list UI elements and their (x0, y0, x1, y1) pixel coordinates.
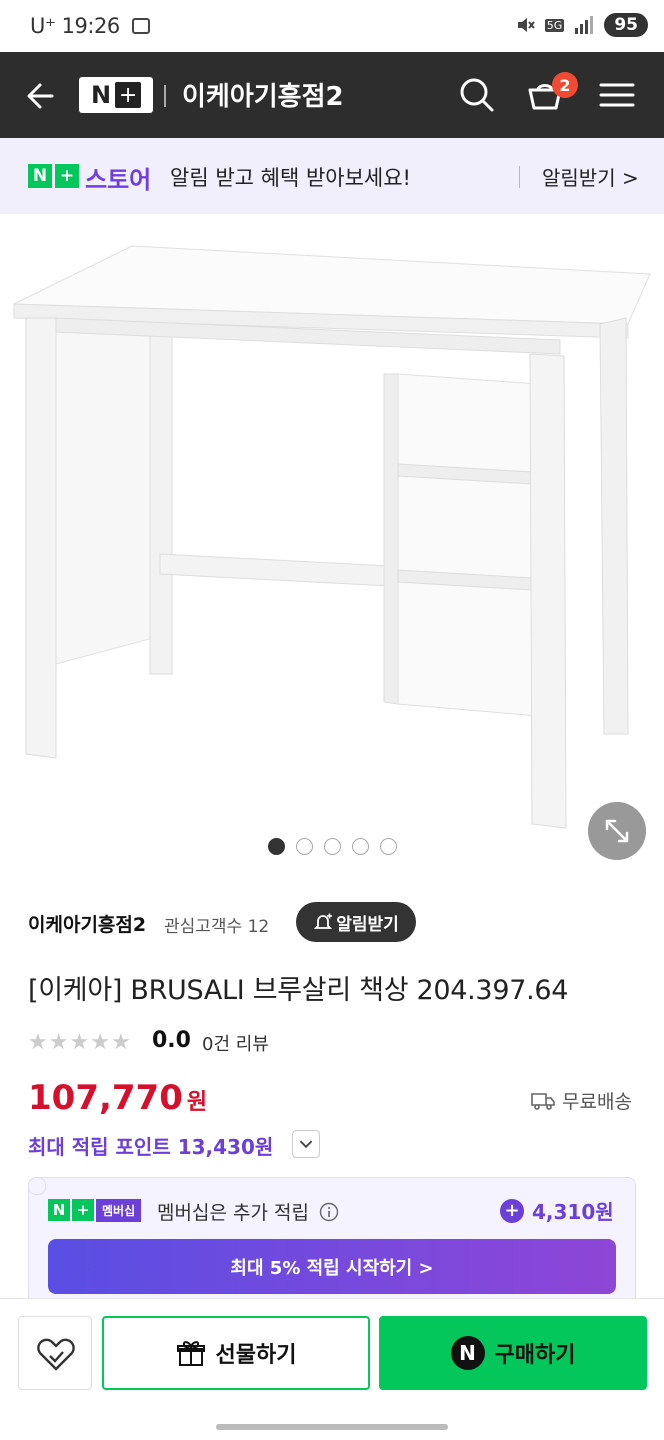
screenshot-icon (131, 18, 150, 34)
status-carrier-time: U⁺ 19:26 (30, 14, 150, 38)
pagination-dot[interactable] (352, 838, 369, 855)
logo-n-box: N (48, 1199, 70, 1221)
header-divider (164, 85, 166, 107)
gift-button[interactable]: 선물하기 (102, 1316, 370, 1390)
store-alarm-banner: N + 스토어 알림 받고 혜택 받아보세요! 알림받기 > (0, 138, 664, 214)
mute-icon (517, 18, 535, 32)
battery-indicator: 95 (604, 13, 648, 37)
gift-icon (176, 1341, 205, 1366)
seller-name[interactable]: 이케아기흥점2 (28, 910, 146, 937)
logo-plus-box: + (72, 1199, 94, 1221)
top-navigation: N + 이케아기흥점2 2 (0, 52, 664, 138)
banner-message: 알림 받고 혜택 받아보세요! (170, 166, 411, 190)
pagination-dot[interactable] (268, 838, 285, 855)
expand-image-icon[interactable] (588, 802, 646, 860)
membership-tag: 멤버십 (96, 1199, 142, 1222)
shipping-info: 무료배송 (530, 1087, 632, 1114)
rating-value: 0.0 (152, 1028, 191, 1053)
store-label: 스토어 (85, 166, 152, 194)
max-points: 최대 적립 포인트 13,430원 (28, 1135, 274, 1159)
review-count[interactable]: 0건 리뷰 (202, 1030, 269, 1056)
logo-n: N (90, 81, 112, 109)
price-number: 107,770 (28, 1078, 183, 1118)
seller-alarm-label: 알림받기 (336, 914, 399, 935)
plus-circle-icon: + (500, 1198, 524, 1223)
delivery-truck-icon (531, 1092, 555, 1110)
product-title: [이케아] BRUSALI 브루살리 책상 204.397.64 (28, 975, 569, 1006)
cart-count-badge: 2 (552, 72, 578, 98)
carrier-label: U⁺ (30, 14, 56, 38)
gallery-pagination (268, 838, 397, 855)
info-icon[interactable] (319, 1202, 339, 1222)
star-icon: ★ (110, 1030, 131, 1055)
pagination-dot[interactable] (296, 838, 313, 855)
signal-icon (575, 16, 594, 34)
product-image (13, 245, 651, 829)
naver-plus-logo[interactable]: N + (79, 77, 153, 113)
star-icon: ★ (90, 1030, 110, 1055)
network-type: 5G (544, 18, 565, 32)
membership-box-pointer (28, 1177, 46, 1195)
buy-label: 구매하기 (494, 1343, 576, 1368)
membership-amount-value: 4,310원 (532, 1200, 614, 1224)
gift-label: 선물하기 (215, 1343, 297, 1368)
store-title[interactable]: 이케아기흥점2 (182, 76, 344, 113)
menu-icon[interactable] (596, 74, 638, 116)
like-button[interactable] (18, 1316, 92, 1390)
banner-alarm-button[interactable]: 알림받기 > (542, 162, 639, 191)
star-rating: ★ ★ ★ ★ ★ (28, 1030, 131, 1055)
logo-n-box: N (28, 164, 52, 188)
naver-n-icon: N (450, 1336, 485, 1370)
chevron-down-icon[interactable] (292, 1130, 320, 1158)
product-price: 107,770 원 (28, 1078, 207, 1118)
status-bar: U⁺ 19:26 5G 95 (0, 0, 664, 52)
heart-check-icon (37, 1338, 75, 1371)
star-icon: ★ (28, 1030, 48, 1055)
membership-amount: + 4,310원 (500, 1196, 614, 1225)
logo-plus-box: + (55, 164, 79, 188)
shipping-label: 무료배송 (562, 1091, 632, 1113)
price-currency: 원 (186, 1090, 208, 1115)
search-icon[interactable] (456, 74, 498, 116)
back-arrow-icon[interactable] (22, 76, 62, 116)
home-indicator[interactable] (216, 1424, 448, 1430)
membership-start-button[interactable]: 최대 5% 적립 시작하기 > (48, 1239, 616, 1294)
status-right: 5G 95 (515, 13, 648, 37)
seller-fans: 관심고객수 12 (164, 917, 270, 937)
membership-text-label: 멤버십은 추가 적립 (157, 1202, 309, 1224)
star-icon: ★ (48, 1030, 69, 1055)
product-image-gallery[interactable] (0, 214, 664, 874)
plus-icon: + (115, 82, 142, 108)
star-icon: ★ (69, 1030, 90, 1055)
bell-plus-icon (314, 913, 333, 929)
nplus-store-logo: N + (28, 164, 79, 188)
membership-text: 멤버십은 추가 적립 (157, 1198, 339, 1225)
nplus-membership-logo: N + 멤버십 (48, 1199, 142, 1222)
seller-alarm-button[interactable]: 알림받기 (296, 902, 416, 942)
buy-button[interactable]: N 구매하기 (379, 1316, 647, 1390)
pagination-dot[interactable] (324, 838, 341, 855)
clock: 19:26 (61, 14, 121, 38)
banner-divider (519, 166, 520, 188)
pagination-dot[interactable] (380, 838, 397, 855)
